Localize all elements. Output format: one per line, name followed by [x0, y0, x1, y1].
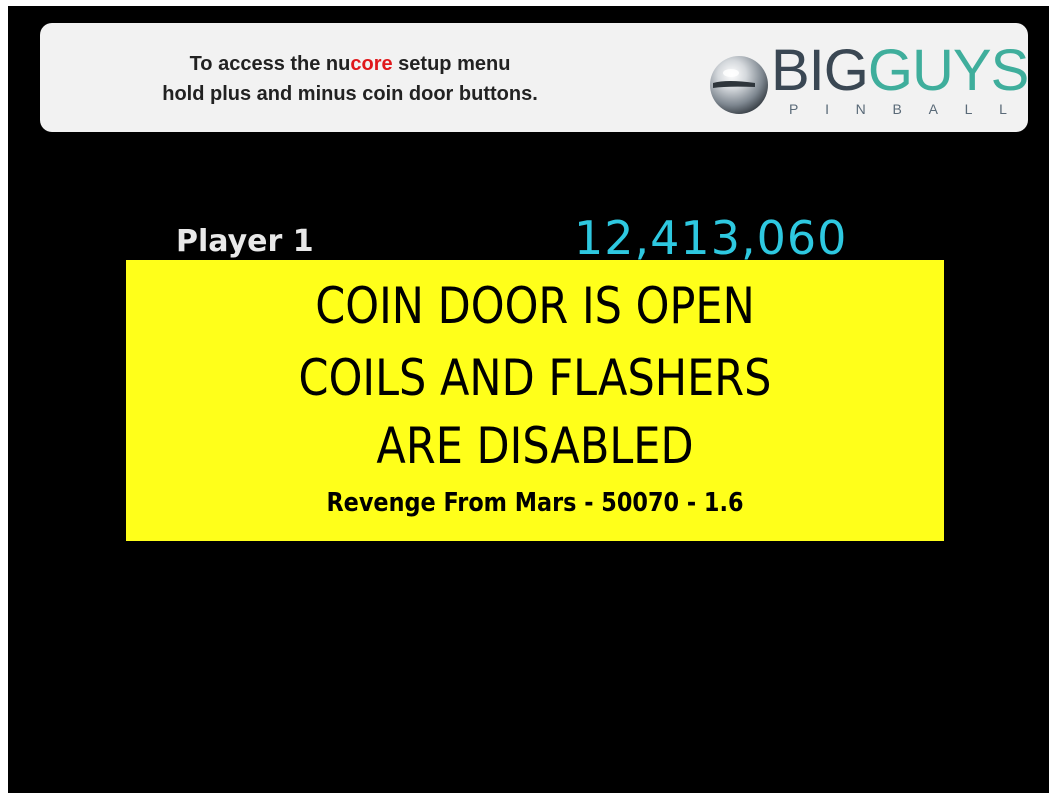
logo-letter: A — [928, 101, 938, 117]
setup-hint-banner: To access the nucore setup menu hold plu… — [40, 23, 1029, 132]
setup-hint-line-2: hold plus and minus coin door buttons. — [162, 83, 538, 105]
logo-letter: I — [825, 101, 829, 117]
logo-letter: L — [999, 101, 1007, 117]
logo-letter: N — [855, 101, 866, 117]
setup-hint-core: core — [350, 53, 393, 75]
setup-hint-text: To access the nucore setup menu hold plu… — [40, 49, 660, 109]
logo-letter: B — [892, 101, 902, 117]
coin-door-alert: COIN DOOR IS OPEN COILS AND FLASHERS ARE… — [126, 260, 944, 541]
logo-letter: L — [964, 101, 973, 117]
setup-hint-line-1: To access the nucore setup menu — [40, 49, 660, 79]
setup-hint-prefix: To access the nu — [189, 53, 351, 75]
pinball-icon — [710, 56, 768, 114]
player-score: 12,413,060 — [574, 211, 848, 265]
logo-letter: P — [789, 101, 799, 117]
logo-pinball-subtitle: P I N B A L L — [789, 101, 1007, 117]
bigguys-pinball-logo: BIGGUYS P I N B A L L — [703, 41, 1029, 123]
alert-line-2: COILS AND FLASHERS — [298, 349, 772, 407]
setup-hint-suffix: setup menu — [392, 53, 511, 75]
logo-wordmark: BIGGUYS — [771, 38, 1029, 103]
player-label: Player 1 — [176, 224, 314, 259]
logo-big: BIG — [771, 38, 869, 103]
left-edge — [0, 0, 8, 793]
logo-guys: GUYS — [867, 38, 1029, 103]
game-version-label: Revenge From Mars - 50070 - 1.6 — [326, 488, 744, 518]
alert-line-1: COIN DOOR IS OPEN — [315, 277, 755, 335]
alert-line-3: ARE DISABLED — [376, 417, 694, 475]
